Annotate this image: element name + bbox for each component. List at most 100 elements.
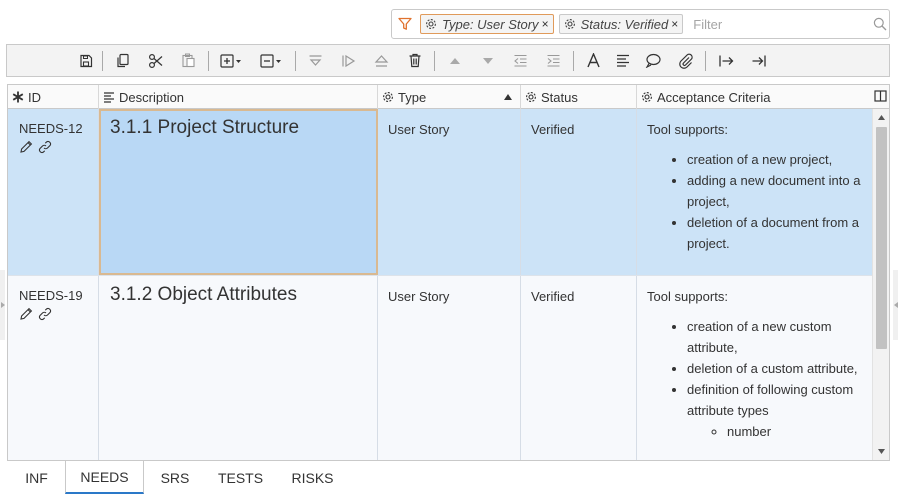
add-row-icon[interactable] (212, 46, 252, 76)
filter-chip-status[interactable]: Status: Verified × (558, 14, 684, 34)
move-up-icon[interactable] (438, 46, 471, 76)
gear-icon (564, 18, 576, 30)
id-cell[interactable]: NEEDS-19 (8, 276, 99, 460)
row-id: NEEDS-12 (19, 121, 83, 136)
indent-icon[interactable] (537, 46, 570, 76)
vertical-scrollbar[interactable] (872, 109, 889, 460)
toolbar-separator (295, 50, 296, 71)
tab-needs[interactable]: NEEDS (65, 461, 144, 494)
comment-icon[interactable] (636, 46, 669, 76)
align-icon[interactable] (610, 46, 636, 76)
link-icon[interactable] (38, 140, 52, 157)
tab-tests[interactable]: TESTS (206, 461, 275, 494)
attach-icon[interactable] (669, 46, 702, 76)
font-icon[interactable] (577, 46, 610, 76)
left-panel-handle[interactable] (0, 270, 5, 340)
sort-ascending-icon[interactable] (504, 94, 512, 100)
status-cell[interactable]: Verified (521, 276, 637, 460)
eject-icon[interactable] (365, 46, 398, 76)
row-id: NEEDS-19 (19, 288, 83, 303)
go-end-icon[interactable] (742, 46, 775, 76)
gear-icon (641, 91, 653, 103)
scroll-up-icon[interactable] (877, 113, 886, 122)
list-item-text: definition of following custom attribute… (687, 382, 854, 418)
acceptance-criteria-cell[interactable]: Tool supports: creation of a new project… (637, 109, 872, 275)
filter-chip-label: Status: Verified (580, 16, 669, 32)
toolbar-separator (705, 50, 706, 71)
cut-icon[interactable] (139, 46, 172, 76)
go-to-icon[interactable] (709, 46, 742, 76)
filter-funnel-icon[interactable] (398, 14, 412, 34)
grid-header: ID Description Type Status Acceptance Cr… (8, 85, 889, 109)
outdent-icon[interactable] (504, 46, 537, 76)
collapse-icon[interactable] (299, 46, 332, 76)
table-row[interactable]: NEEDS-19 3.1.2 Object Attributes User St… (8, 275, 872, 460)
status-value: Verified (531, 289, 575, 304)
requirements-grid: ID Description Type Status Acceptance Cr… (7, 84, 890, 461)
column-header-acceptance-criteria[interactable]: Acceptance Criteria (637, 85, 872, 109)
column-label: ID (28, 89, 41, 105)
scrollbar-thumb[interactable] (876, 127, 887, 349)
filter-input[interactable] (688, 15, 872, 33)
column-header-status[interactable]: Status (521, 85, 637, 109)
acceptance-criteria-cell[interactable]: Tool supports: creation of a new custom … (637, 276, 872, 460)
scroll-down-icon[interactable] (877, 447, 886, 456)
gear-icon (525, 91, 537, 103)
filter-chip-type[interactable]: Type: User Story × (420, 14, 554, 34)
ac-intro: Tool supports: (647, 289, 728, 304)
column-label: Acceptance Criteria (657, 89, 771, 105)
description-cell[interactable]: 3.1.2 Object Attributes (99, 276, 378, 460)
description-text: 3.1.1 Project Structure (110, 117, 300, 138)
tab-risks[interactable]: RISKS (275, 461, 350, 494)
column-header-id[interactable]: ID (8, 85, 99, 109)
save-icon[interactable] (73, 46, 99, 76)
type-value: User Story (388, 122, 450, 137)
type-value: User Story (388, 289, 450, 304)
list-item: definition of following custom attribute… (687, 379, 872, 442)
move-down-icon[interactable] (471, 46, 504, 76)
close-icon[interactable]: × (671, 17, 678, 31)
close-icon[interactable]: × (542, 17, 549, 31)
list-item: creation of a new project, (687, 149, 872, 170)
gear-icon (425, 18, 437, 30)
toolbar (6, 44, 890, 77)
document-tabs: INF NEEDS SRS TESTS RISKS (8, 461, 350, 496)
list-item: number (727, 421, 872, 442)
toolbar-separator (573, 50, 574, 71)
list-item: adding a new document into a project, (687, 170, 872, 212)
list-item: deletion of a custom attribute, (687, 358, 872, 379)
filter-bar: Type: User Story × Status: Verified × (391, 9, 890, 39)
right-panel-handle[interactable] (893, 270, 898, 340)
column-header-description[interactable]: Description (99, 85, 378, 109)
id-cell[interactable]: NEEDS-12 (8, 109, 99, 275)
search-icon[interactable] (871, 17, 889, 31)
type-cell[interactable]: User Story (378, 276, 521, 460)
text-lines-icon (103, 91, 115, 103)
toolbar-separator (102, 50, 103, 71)
description-cell[interactable]: 3.1.1 Project Structure (99, 109, 378, 275)
ac-intro: Tool supports: (647, 122, 728, 137)
edit-pencil-icon[interactable] (19, 140, 33, 157)
column-chooser-icon[interactable] (872, 88, 888, 104)
tab-srs[interactable]: SRS (144, 461, 206, 494)
status-value: Verified (531, 122, 575, 137)
status-cell[interactable]: Verified (521, 109, 637, 275)
table-row[interactable]: NEEDS-12 3.1.1 Project Structure User St… (8, 109, 872, 275)
toolbar-separator (434, 50, 435, 71)
paste-icon[interactable] (172, 46, 205, 76)
tab-inf[interactable]: INF (8, 461, 65, 494)
toolbar-separator (208, 50, 209, 71)
gear-icon (382, 91, 394, 103)
copy-icon[interactable] (106, 46, 139, 76)
ac-sublist: number (687, 421, 872, 442)
column-header-type[interactable]: Type (378, 85, 521, 109)
link-icon[interactable] (38, 307, 52, 324)
edit-pencil-icon[interactable] (19, 307, 33, 324)
remove-row-icon[interactable] (252, 46, 292, 76)
column-label: Status (541, 89, 578, 105)
delete-icon[interactable] (398, 46, 431, 76)
filter-chip-label: Type: User Story (442, 16, 539, 32)
type-cell[interactable]: User Story (378, 109, 521, 275)
next-icon[interactable] (332, 46, 365, 76)
ac-list: creation of a new custom attribute, dele… (647, 316, 872, 442)
